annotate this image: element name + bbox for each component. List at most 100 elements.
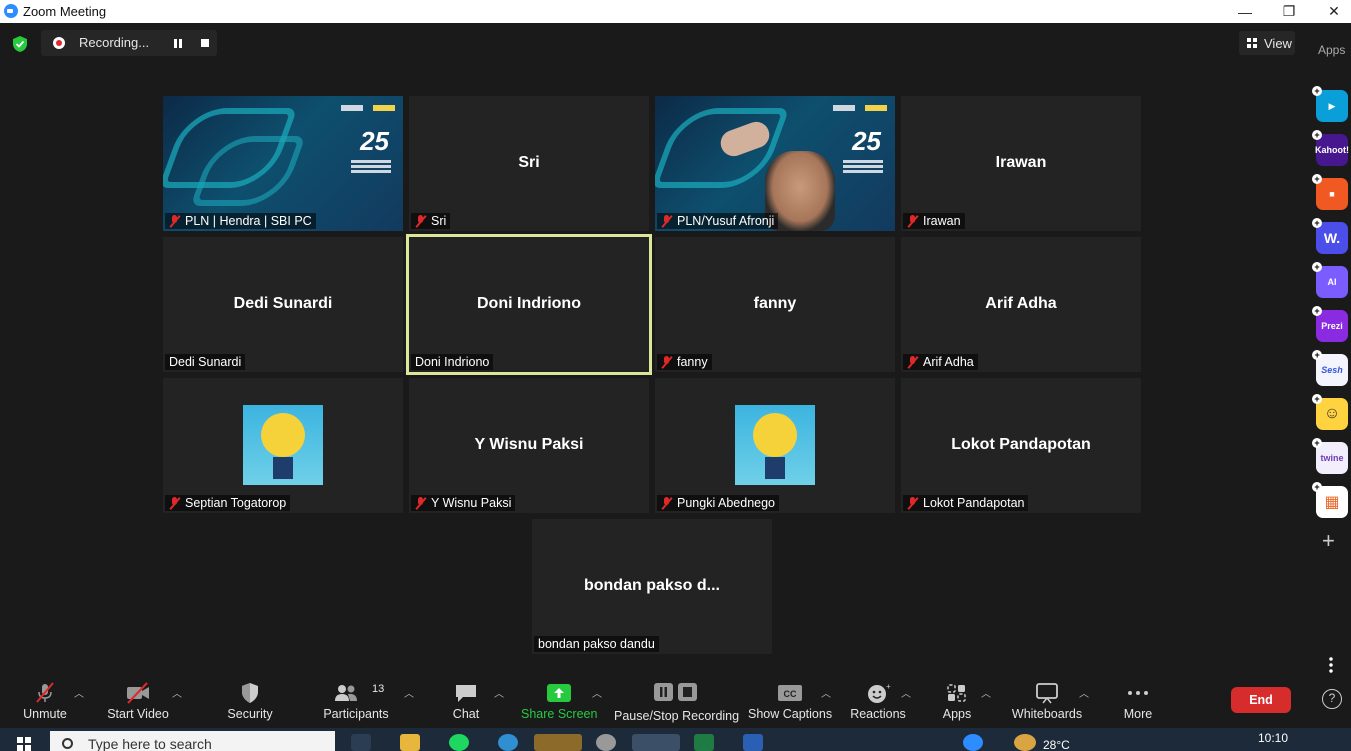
phone-app-icon[interactable] bbox=[596, 734, 616, 751]
encryption-shield-icon[interactable] bbox=[12, 36, 28, 52]
minimize-button[interactable]: — bbox=[1222, 0, 1268, 23]
whiteboards-button[interactable]: Whiteboards bbox=[1007, 673, 1087, 728]
side-app-ai[interactable]: + AI bbox=[1312, 262, 1348, 298]
help-icon[interactable]: ? bbox=[1322, 689, 1342, 709]
participant-name: bondan pakso dandu bbox=[538, 637, 655, 651]
side-app-emoji[interactable]: + ☺ bbox=[1312, 394, 1348, 430]
pause-recording-icon[interactable] bbox=[174, 39, 182, 48]
participant-name: Lokot Pandapotan bbox=[923, 496, 1025, 510]
more-label: More bbox=[1123, 707, 1153, 721]
show-captions-label: Show Captions bbox=[748, 707, 833, 721]
sticky-notes-icon[interactable] bbox=[534, 734, 582, 751]
system-clock: 10:10 bbox=[1258, 731, 1289, 745]
add-app-icon: + bbox=[1312, 130, 1322, 140]
video-tile[interactable]: Y Wisnu Paksi Y Wisnu Paksi bbox=[409, 378, 649, 513]
audio-options-chevron-icon[interactable]: ︿ bbox=[74, 685, 84, 700]
reactions-button[interactable]: + Reactions bbox=[847, 673, 909, 728]
captions-chevron-icon[interactable]: ︿ bbox=[821, 685, 831, 700]
side-app-label: W. bbox=[1323, 230, 1341, 246]
edge-browser-icon[interactable] bbox=[498, 734, 518, 751]
participants-button[interactable]: 13 Participants bbox=[320, 673, 392, 728]
show-captions-button[interactable]: CC Show Captions bbox=[748, 673, 832, 728]
video-tile[interactable]: Irawan Irawan bbox=[901, 96, 1141, 231]
view-button[interactable]: View bbox=[1239, 31, 1295, 55]
side-app-label: ☺ bbox=[1323, 405, 1341, 422]
maximize-button[interactable]: ❐ bbox=[1266, 0, 1312, 23]
chat-bubble-icon bbox=[456, 685, 476, 702]
reactions-chevron-icon[interactable]: ︿ bbox=[901, 685, 911, 700]
participant-display-name: Sri bbox=[518, 154, 540, 171]
windows-start-icon[interactable] bbox=[17, 737, 31, 751]
video-tile[interactable]: Arif Adha Arif Adha bbox=[901, 237, 1141, 372]
side-app-10[interactable]: + ▦ bbox=[1312, 482, 1348, 518]
end-meeting-button[interactable]: End bbox=[1231, 687, 1291, 713]
word-icon[interactable] bbox=[743, 734, 763, 751]
side-app-label: twine bbox=[1320, 453, 1344, 463]
participant-name-tag: Septian Togatorop bbox=[165, 495, 291, 511]
video-tile[interactable]: Septian Togatorop bbox=[163, 378, 403, 513]
participant-display-name: Arif Adha bbox=[985, 295, 1057, 312]
more-button[interactable]: More bbox=[1114, 673, 1162, 728]
stop-recording-icon[interactable] bbox=[201, 39, 209, 47]
mic-muted-icon bbox=[415, 496, 427, 510]
apps-button[interactable]: Apps bbox=[935, 673, 979, 728]
help-tray-icon[interactable] bbox=[963, 734, 983, 751]
apps-chevron-icon[interactable]: ︿ bbox=[981, 685, 991, 700]
participants-chevron-icon[interactable]: ︿ bbox=[404, 685, 414, 700]
more-options-kebab-icon[interactable] bbox=[1329, 656, 1333, 674]
lightbulb-base bbox=[273, 457, 293, 479]
add-app-plus-icon[interactable]: + bbox=[1322, 530, 1335, 552]
chat-label: Chat bbox=[452, 707, 480, 721]
side-app-3[interactable]: + ■ bbox=[1312, 174, 1348, 210]
file-explorer-icon[interactable] bbox=[400, 734, 420, 751]
excel-icon[interactable] bbox=[694, 734, 714, 751]
video-tile[interactable]: 25 PLN/Yusuf Afronji bbox=[655, 96, 895, 231]
unmute-button[interactable]: Unmute bbox=[14, 673, 76, 728]
side-app-label: ■ bbox=[1329, 189, 1335, 199]
whiteboard-icon bbox=[1036, 683, 1058, 704]
side-app-twine[interactable]: + twine bbox=[1312, 438, 1348, 474]
video-tile[interactable]: 25 PLN | Hendra | SBI PC bbox=[163, 96, 403, 231]
lightbulb-base bbox=[765, 457, 785, 479]
participant-display-name: Doni Indriono bbox=[477, 295, 581, 312]
chat-chevron-icon[interactable]: ︿ bbox=[494, 685, 504, 700]
pln-logo bbox=[865, 105, 887, 111]
zoom-taskbar-icon[interactable] bbox=[632, 734, 680, 751]
share-options-chevron-icon[interactable]: ︿ bbox=[592, 685, 602, 700]
video-options-chevron-icon[interactable]: ︿ bbox=[172, 685, 182, 700]
video-tile[interactable]: Dedi Sunardi Dedi Sunardi bbox=[163, 237, 403, 372]
security-button[interactable]: Security bbox=[220, 673, 280, 728]
participant-name-tag: PLN | Hendra | SBI PC bbox=[165, 213, 316, 229]
close-button[interactable]: ✕ bbox=[1311, 0, 1351, 23]
chat-button[interactable]: Chat bbox=[441, 673, 491, 728]
participant-name: Y Wisnu Paksi bbox=[431, 496, 512, 510]
weather-icon bbox=[1014, 734, 1036, 751]
bumn-logo bbox=[341, 105, 363, 111]
pause-stop-recording-label: Pause/Stop Recording bbox=[614, 709, 740, 723]
side-app-kahoot[interactable]: + Kahoot! bbox=[1312, 130, 1349, 166]
whiteboards-label: Whiteboards bbox=[1011, 707, 1083, 721]
taskbar-search-input[interactable]: Type here to search bbox=[50, 731, 335, 751]
video-tile[interactable]: Sri Sri bbox=[409, 96, 649, 231]
whiteboards-chevron-icon[interactable]: ︿ bbox=[1079, 685, 1089, 700]
spotify-icon[interactable] bbox=[449, 734, 469, 751]
share-screen-button[interactable]: Share Screen bbox=[521, 673, 597, 728]
video-tile[interactable]: Pungki Abednego bbox=[655, 378, 895, 513]
add-app-icon: + bbox=[1312, 218, 1322, 228]
mic-muted-icon bbox=[415, 214, 427, 228]
side-app-label: AI bbox=[1327, 277, 1337, 287]
task-view-icon[interactable] bbox=[351, 734, 371, 751]
participant-name-tag: PLN/Yusuf Afronji bbox=[657, 213, 779, 229]
active-speaker-tile[interactable]: Doni Indriono Doni Indriono bbox=[406, 234, 652, 375]
side-app-wordwall[interactable]: + W. bbox=[1312, 218, 1348, 254]
start-video-button[interactable]: Start Video bbox=[106, 673, 170, 728]
side-app-sesh[interactable]: + Sesh bbox=[1312, 350, 1348, 386]
video-tile[interactable]: bondan pakso d... bondan pakso dandu bbox=[532, 519, 772, 654]
video-tile[interactable]: fanny fanny bbox=[655, 237, 895, 372]
video-tile[interactable]: Lokot Pandapotan Lokot Pandapotan bbox=[901, 378, 1141, 513]
side-app-label: Kahoot! bbox=[1315, 145, 1349, 155]
side-app-prezi[interactable]: + Prezi bbox=[1312, 306, 1348, 342]
pause-stop-recording-button[interactable]: Pause/Stop Recording bbox=[614, 673, 740, 728]
add-app-icon: + bbox=[1312, 306, 1322, 316]
side-app-1[interactable]: + ▶ bbox=[1312, 86, 1348, 122]
